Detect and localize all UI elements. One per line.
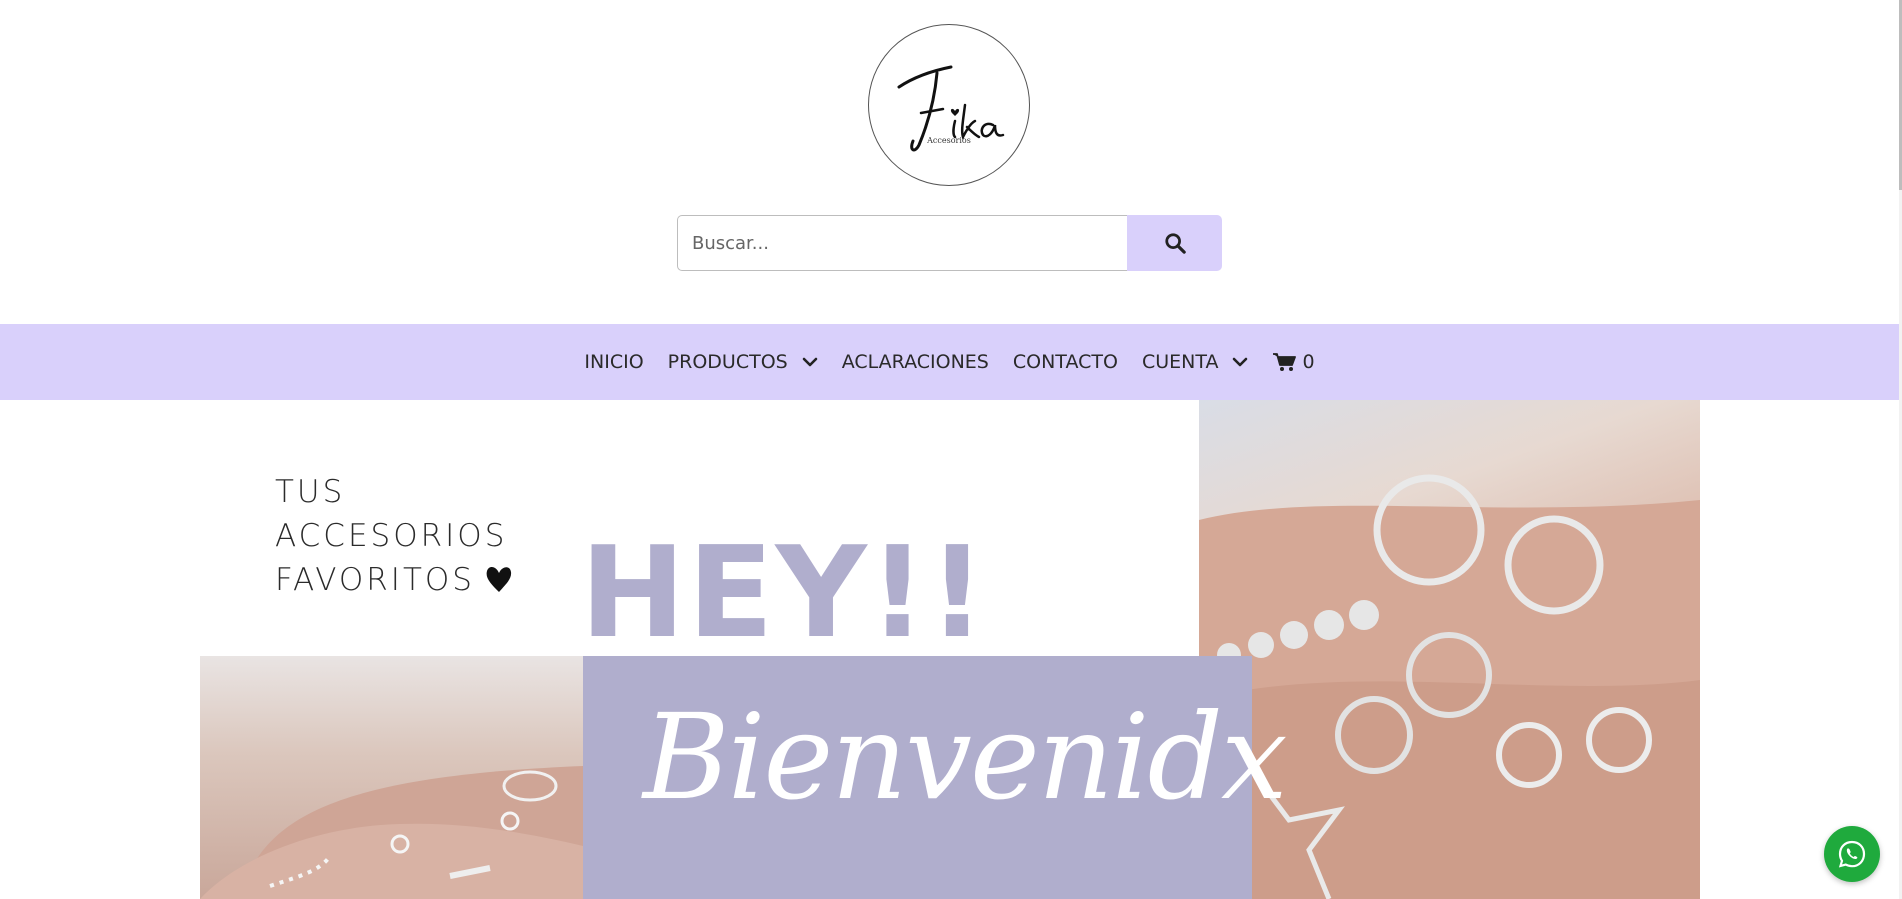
logo-subtext: Accesorios	[927, 136, 971, 145]
jewelry-photo-left	[200, 656, 583, 899]
logo-script-icon	[897, 65, 1005, 152]
nav-item-aclaraciones[interactable]: ACLARACIONES	[842, 351, 989, 373]
nav-item-label: INICIO	[584, 351, 644, 373]
search-bar	[677, 215, 1222, 271]
search-input[interactable]	[677, 215, 1127, 271]
nav-item-label: PRODUCTOS	[667, 351, 788, 373]
tagline-last-row: FAVORITOS	[275, 558, 513, 606]
nav-item-inicio[interactable]: INICIO	[584, 351, 643, 373]
whatsapp-icon	[1838, 840, 1866, 868]
hero-tagline: TUS ACCESORIOS FAVORITOS	[275, 470, 513, 606]
hero-hey-heading: HEY!!	[580, 519, 988, 666]
chevron-down-icon	[1232, 357, 1248, 367]
tagline-line: ACCESORIOS	[275, 518, 508, 554]
tagline-line: FAVORITOS	[275, 562, 475, 598]
chevron-down-icon	[802, 357, 818, 367]
nav-item-label: ACLARACIONES	[841, 351, 989, 373]
welcome-script-text: Bienvenidx	[643, 688, 1288, 826]
heart-icon	[485, 562, 513, 606]
nav-item-label: CONTACTO	[1012, 351, 1118, 373]
main-nav: INICIO PRODUCTOS ACLARACIONES CONTACTO C…	[0, 324, 1899, 400]
search-button[interactable]	[1127, 215, 1222, 271]
search-icon	[1164, 233, 1186, 254]
whatsapp-button[interactable]	[1824, 826, 1880, 882]
nav-item-contacto[interactable]: CONTACTO	[1013, 351, 1118, 373]
site-logo[interactable]: Accesorios	[868, 24, 1030, 186]
nav-item-productos[interactable]: PRODUCTOS	[668, 351, 818, 373]
cart-icon	[1273, 353, 1297, 371]
cart-button[interactable]: 0	[1272, 351, 1315, 373]
hero-banner[interactable]: TUS ACCESORIOS FAVORITOS HEY!! Bienvenid…	[200, 400, 1700, 899]
nav-item-label: CUENTA	[1141, 351, 1219, 373]
welcome-box: Bienvenidx	[583, 656, 1288, 899]
nav-item-cuenta[interactable]: CUENTA	[1142, 351, 1249, 373]
tagline-line: TUS	[275, 474, 346, 510]
cart-count: 0	[1302, 351, 1315, 373]
